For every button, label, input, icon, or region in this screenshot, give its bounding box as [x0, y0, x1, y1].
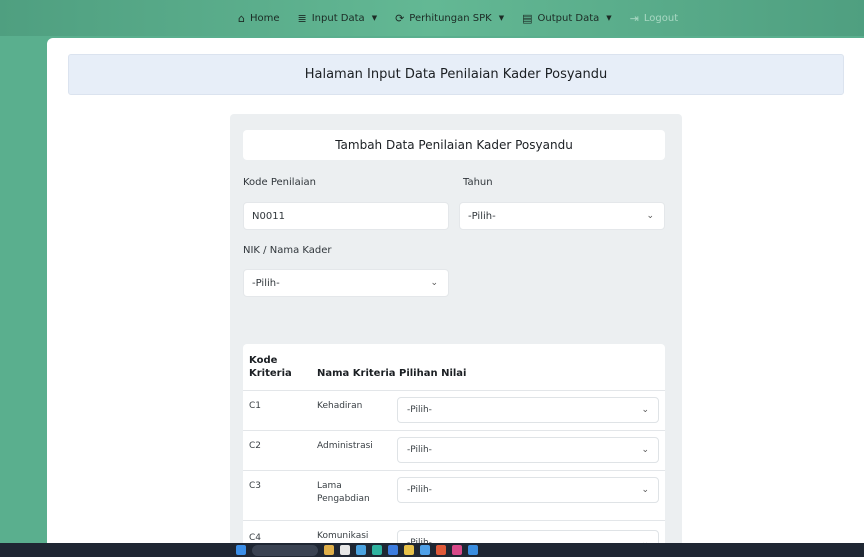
row-c1-nilai-value: -Pilih- — [407, 405, 432, 415]
tahun-value: -Pilih- — [468, 210, 496, 222]
row-c3-nama: Lama Pengabdian — [317, 480, 370, 506]
chevron-down-icon: ⌄ — [641, 445, 649, 455]
kode-penilaian-input[interactable]: N0011 — [243, 202, 449, 230]
os-taskbar — [0, 543, 864, 557]
row-c3-nama-line2: Pengabdian — [317, 494, 370, 504]
top-navbar: ⌂ Home ≣ Input Data ▼ ⟳ Perhitungan SPK … — [0, 0, 864, 36]
app-icon[interactable] — [420, 545, 430, 555]
refresh-icon: ⟳ — [395, 11, 405, 25]
home-icon: ⌂ — [238, 11, 245, 25]
row-c1-nama: Kehadiran — [317, 401, 363, 411]
chevron-down-icon: ⌄ — [641, 405, 649, 415]
header-pilihan-nilai: Pilihan Nilai — [399, 368, 467, 379]
row-c1-kode: C1 — [249, 401, 262, 411]
row-c3-nama-line1: Lama — [317, 481, 342, 491]
app-icon[interactable] — [388, 545, 398, 555]
app-icon[interactable] — [372, 545, 382, 555]
form-card: Tambah Data Penilaian Kader Posyandu Kod… — [230, 114, 682, 548]
header-kode-line1: Kode — [249, 355, 278, 366]
header-kode-line2: Kriteria — [249, 368, 292, 379]
table-divider — [243, 470, 665, 471]
row-c2-nilai-value: -Pilih- — [407, 445, 432, 455]
row-c1-nilai-select[interactable]: -Pilih- ⌄ — [397, 397, 659, 423]
nav-output-data[interactable]: ▤ Output Data ▼ — [522, 12, 612, 25]
tahun-select[interactable]: -Pilih- ⌄ — [459, 202, 665, 230]
folder-icon[interactable] — [404, 545, 414, 555]
app-icon[interactable] — [452, 545, 462, 555]
nav-output-data-label: Output Data — [537, 12, 600, 24]
taskbar-search[interactable] — [252, 544, 318, 556]
header-kode-kriteria: Kode Kriteria — [249, 354, 292, 380]
row-c3-nilai-value: -Pilih- — [407, 485, 432, 495]
row-c4-nama: Komunikasi — [317, 531, 369, 541]
nav-input-data[interactable]: ≣ Input Data ▼ — [298, 12, 378, 25]
row-c2-nama: Administrasi — [317, 441, 373, 451]
nav-perhitungan-label: Perhitungan SPK — [409, 12, 492, 24]
chevron-down-icon: ⌄ — [430, 278, 438, 288]
page-title: Halaman Input Data Penilaian Kader Posya… — [68, 54, 844, 95]
app-icon[interactable] — [324, 545, 334, 555]
kode-penilaian-value: N0011 — [252, 210, 285, 222]
page-container: Halaman Input Data Penilaian Kader Posya… — [47, 38, 864, 548]
row-c3-kode: C3 — [249, 481, 262, 491]
row-c2-nilai-select[interactable]: -Pilih- ⌄ — [397, 437, 659, 463]
app-icon[interactable] — [468, 545, 478, 555]
app-icon[interactable] — [436, 545, 446, 555]
nav-logout-label: Logout — [643, 12, 679, 24]
nav-input-data-label: Input Data — [311, 12, 365, 24]
kode-penilaian-label: Kode Penilaian — [243, 177, 316, 188]
app-icon[interactable] — [340, 545, 350, 555]
tahun-label: Tahun — [463, 177, 493, 188]
chevron-down-icon: ⌄ — [646, 211, 654, 221]
header-nama-kriteria: Nama Kriteria — [317, 368, 396, 379]
nik-nama-kader-select[interactable]: -Pilih- ⌄ — [243, 269, 449, 297]
app-icon[interactable] — [356, 545, 366, 555]
nav-home-label: Home — [249, 12, 280, 24]
table-divider — [243, 430, 665, 431]
table-divider — [243, 390, 665, 391]
database-icon: ≣ — [297, 11, 307, 25]
start-icon[interactable] — [236, 545, 246, 555]
criteria-table: Kode Kriteria Nama Kriteria Pilihan Nila… — [243, 344, 665, 548]
nik-nama-kader-value: -Pilih- — [252, 277, 280, 289]
row-c3-nilai-select[interactable]: -Pilih- ⌄ — [397, 477, 659, 503]
caret-down-icon: ▼ — [606, 14, 612, 22]
nav-perhitungan-spk[interactable]: ⟳ Perhitungan SPK ▼ — [395, 12, 504, 25]
logout-icon: ⇥ — [629, 11, 639, 25]
file-icon: ▤ — [522, 11, 533, 25]
form-title: Tambah Data Penilaian Kader Posyandu — [243, 130, 665, 160]
caret-down-icon: ▼ — [371, 14, 378, 22]
nav-home[interactable]: ⌂ Home — [238, 12, 280, 25]
caret-down-icon: ▼ — [498, 14, 505, 22]
table-divider — [243, 520, 665, 521]
chevron-down-icon: ⌄ — [641, 485, 649, 495]
nik-nama-kader-label: NIK / Nama Kader — [243, 245, 332, 256]
nav-logout[interactable]: ⇥ Logout — [630, 12, 678, 25]
row-c2-kode: C2 — [249, 441, 262, 451]
